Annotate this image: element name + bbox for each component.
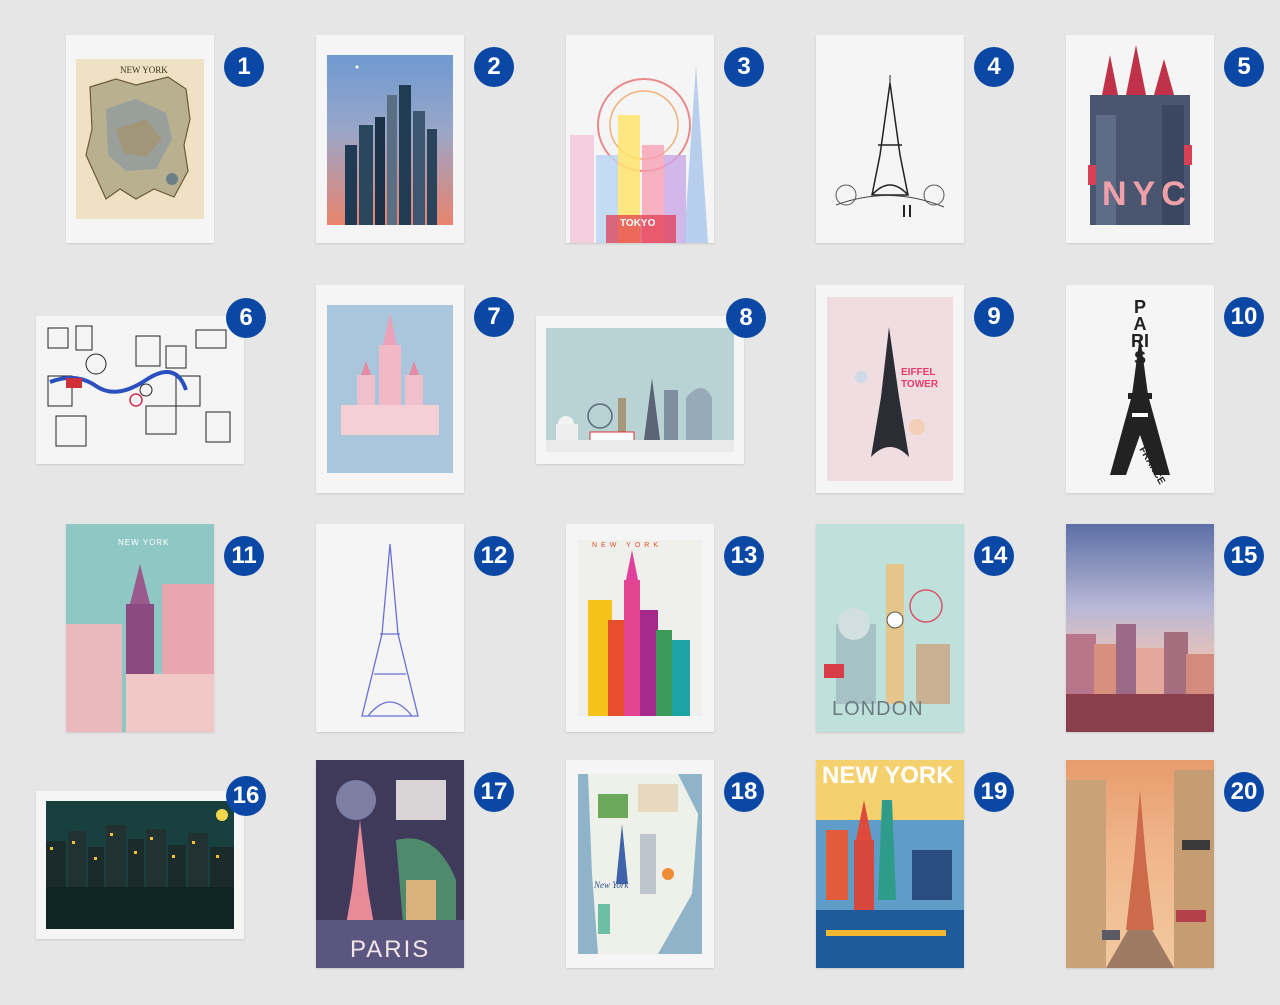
poster-1-title: NEW YORK [120, 65, 168, 75]
poster-5-number-badge: 5 [1224, 47, 1264, 87]
poster-6[interactable]: 6 [36, 298, 266, 464]
poster-14-image: LONDON [816, 524, 964, 732]
poster-9-title: EIFFEL TOWER [901, 367, 939, 390]
poster-7-image [327, 305, 453, 473]
poster-16[interactable]: 16 [36, 776, 266, 939]
poster-12-image [316, 524, 464, 732]
poster-20-image [1066, 760, 1214, 968]
poster-1[interactable]: NEW YORK 1 [66, 35, 264, 243]
poster-9[interactable]: EIFFEL TOWER 9 [816, 285, 1014, 493]
poster-4[interactable]: 4 [816, 35, 1014, 243]
poster-5-image: NYC [1066, 35, 1214, 243]
poster-2-number-badge: 2 [474, 47, 514, 87]
poster-17[interactable]: PARIS 17 [316, 760, 514, 968]
poster-1-number-badge: 1 [224, 47, 264, 87]
poster-3-image: TOKYO [566, 55, 714, 243]
poster-17-image: PARIS [316, 760, 464, 968]
poster-8-number-badge: 8 [726, 298, 766, 338]
poster-11-number-badge: 11 [224, 536, 264, 576]
poster-10-image: PARIS FRANCE [1066, 285, 1214, 493]
poster-18-number-badge: 18 [724, 772, 764, 812]
poster-18[interactable]: New York 18 [566, 760, 764, 968]
poster-19-title: NEW YORK [822, 762, 954, 789]
poster-13-image: NEW YORK [578, 540, 702, 716]
poster-1-image: NEW YORK [76, 59, 204, 219]
poster-7[interactable]: 7 [316, 285, 514, 493]
poster-grid: NEW YORK 1 2 TOKYO 3 4 NYC 5 6 7 8 EIFFE… [0, 0, 1280, 1005]
poster-11-title: NEW YORK [118, 538, 170, 547]
poster-10-title-top: PARIS [1131, 297, 1149, 368]
poster-8-image [546, 328, 734, 452]
poster-14-title: LONDON [832, 698, 924, 720]
poster-3-title: TOKYO [620, 218, 656, 229]
poster-2[interactable]: 2 [316, 35, 514, 243]
poster-19-image: NEW YORK [816, 760, 964, 968]
poster-9-number-badge: 9 [974, 297, 1014, 337]
poster-12[interactable]: 12 [316, 524, 514, 732]
poster-8[interactable]: 8 [536, 298, 766, 464]
poster-2-image [327, 55, 453, 225]
poster-13-title: NEW YORK [592, 542, 662, 549]
poster-4-number-badge: 4 [974, 47, 1014, 87]
poster-13[interactable]: NEW YORK 13 [566, 524, 764, 732]
poster-14-number-badge: 14 [974, 536, 1014, 576]
poster-5-title: NYC [1102, 175, 1192, 213]
poster-18-image: New York [578, 774, 702, 954]
poster-20[interactable]: 20 [1066, 760, 1264, 968]
poster-6-image [36, 316, 244, 464]
poster-11[interactable]: NEW YORK 11 [66, 524, 264, 732]
poster-4-image [816, 35, 964, 243]
poster-19[interactable]: NEW YORK 19 [816, 760, 1014, 968]
poster-17-title: PARIS [350, 936, 431, 963]
poster-17-number-badge: 17 [474, 772, 514, 812]
poster-11-image: NEW YORK [66, 524, 214, 732]
poster-16-image [46, 801, 234, 929]
poster-6-number-badge: 6 [226, 298, 266, 338]
poster-14[interactable]: LONDON 14 [816, 524, 1014, 732]
poster-16-number-badge: 16 [226, 776, 266, 816]
poster-5[interactable]: NYC 5 [1066, 35, 1264, 243]
poster-15[interactable]: 15 [1066, 524, 1264, 732]
poster-20-number-badge: 20 [1224, 772, 1264, 812]
poster-12-number-badge: 12 [474, 536, 514, 576]
poster-10[interactable]: PARIS FRANCE 10 [1066, 285, 1264, 493]
poster-3-number-badge: 3 [724, 47, 764, 87]
poster-3[interactable]: TOKYO 3 [566, 35, 764, 243]
poster-13-number-badge: 13 [724, 536, 764, 576]
poster-9-image: EIFFEL TOWER [827, 297, 953, 481]
poster-15-number-badge: 15 [1224, 536, 1264, 576]
poster-7-number-badge: 7 [474, 297, 514, 337]
poster-19-number-badge: 19 [974, 772, 1014, 812]
poster-15-image [1066, 524, 1214, 732]
poster-10-number-badge: 10 [1224, 297, 1264, 337]
poster-18-title: New York [594, 880, 629, 890]
